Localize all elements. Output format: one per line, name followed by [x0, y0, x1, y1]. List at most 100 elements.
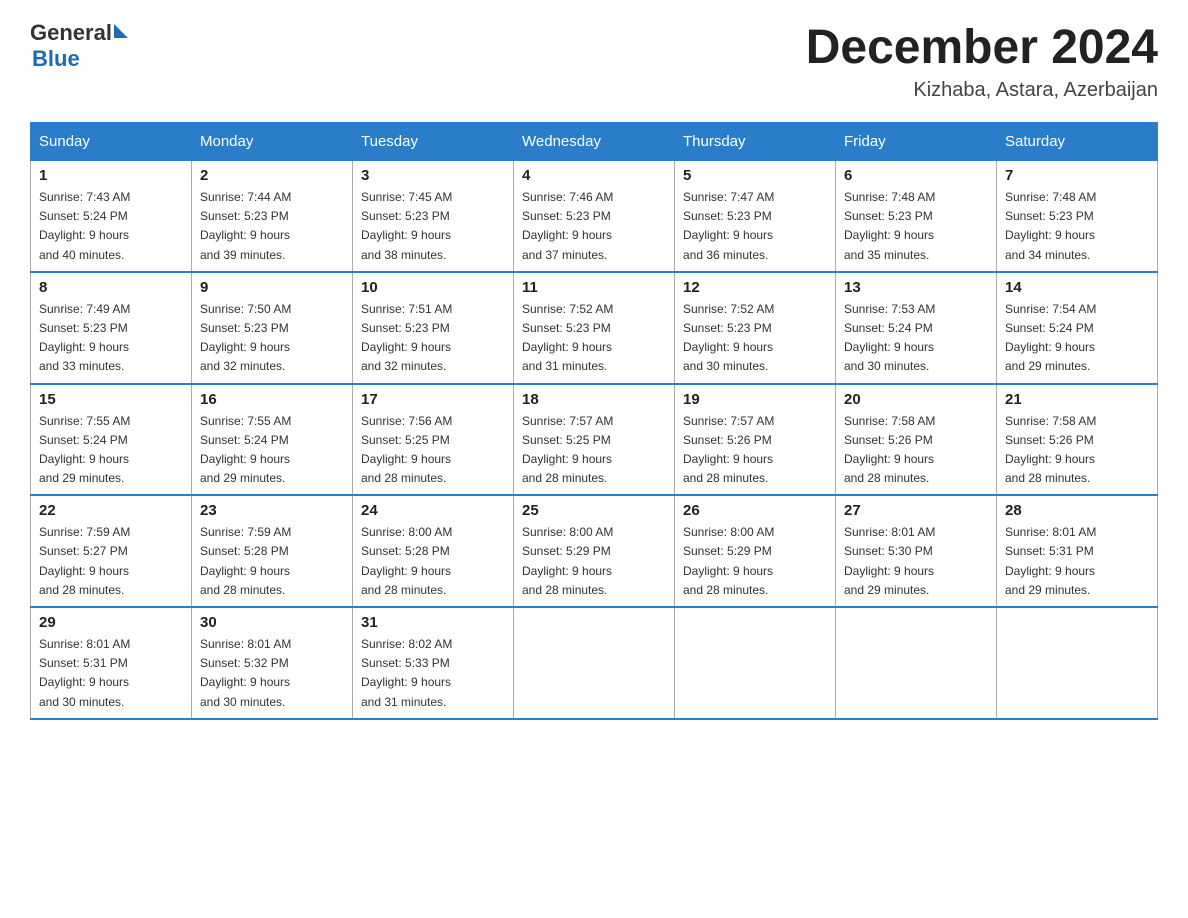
calendar-cell: 12 Sunrise: 7:52 AMSunset: 5:23 PMDaylig… — [675, 272, 836, 384]
day-number: 16 — [200, 391, 344, 408]
calendar-cell: 14 Sunrise: 7:54 AMSunset: 5:24 PMDaylig… — [997, 272, 1158, 384]
logo: General Blue — [30, 20, 128, 72]
calendar-cell: 26 Sunrise: 8:00 AMSunset: 5:29 PMDaylig… — [675, 495, 836, 607]
calendar-cell: 13 Sunrise: 7:53 AMSunset: 5:24 PMDaylig… — [836, 272, 997, 384]
day-info: Sunrise: 7:49 AMSunset: 5:23 PMDaylight:… — [39, 300, 183, 377]
day-number: 30 — [200, 614, 344, 631]
day-info: Sunrise: 7:58 AMSunset: 5:26 PMDaylight:… — [1005, 412, 1149, 489]
logo-triangle-icon — [114, 24, 128, 38]
calendar-cell: 6 Sunrise: 7:48 AMSunset: 5:23 PMDayligh… — [836, 161, 997, 272]
calendar-cell: 4 Sunrise: 7:46 AMSunset: 5:23 PMDayligh… — [514, 161, 675, 272]
calendar-cell: 8 Sunrise: 7:49 AMSunset: 5:23 PMDayligh… — [31, 272, 192, 384]
day-info: Sunrise: 7:50 AMSunset: 5:23 PMDaylight:… — [200, 300, 344, 377]
day-number: 17 — [361, 391, 505, 408]
day-number: 14 — [1005, 279, 1149, 296]
day-number: 5 — [683, 167, 827, 184]
calendar-cell: 29 Sunrise: 8:01 AMSunset: 5:31 PMDaylig… — [31, 607, 192, 719]
calendar-cell: 3 Sunrise: 7:45 AMSunset: 5:23 PMDayligh… — [353, 161, 514, 272]
calendar-cell: 5 Sunrise: 7:47 AMSunset: 5:23 PMDayligh… — [675, 161, 836, 272]
calendar-cell: 11 Sunrise: 7:52 AMSunset: 5:23 PMDaylig… — [514, 272, 675, 384]
calendar-body: 1 Sunrise: 7:43 AMSunset: 5:24 PMDayligh… — [31, 161, 1158, 719]
calendar-header: Sunday Monday Tuesday Wednesday Thursday… — [31, 123, 1158, 161]
day-info: Sunrise: 7:53 AMSunset: 5:24 PMDaylight:… — [844, 300, 988, 377]
day-info: Sunrise: 7:57 AMSunset: 5:26 PMDaylight:… — [683, 412, 827, 489]
col-friday: Friday — [836, 123, 997, 161]
calendar-cell: 7 Sunrise: 7:48 AMSunset: 5:23 PMDayligh… — [997, 161, 1158, 272]
day-number: 25 — [522, 502, 666, 519]
day-info: Sunrise: 7:58 AMSunset: 5:26 PMDaylight:… — [844, 412, 988, 489]
calendar-week-row: 29 Sunrise: 8:01 AMSunset: 5:31 PMDaylig… — [31, 607, 1158, 719]
day-info: Sunrise: 7:55 AMSunset: 5:24 PMDaylight:… — [200, 412, 344, 489]
day-info: Sunrise: 8:00 AMSunset: 5:28 PMDaylight:… — [361, 523, 505, 600]
day-number: 2 — [200, 167, 344, 184]
day-number: 18 — [522, 391, 666, 408]
day-number: 13 — [844, 279, 988, 296]
calendar-cell: 15 Sunrise: 7:55 AMSunset: 5:24 PMDaylig… — [31, 384, 192, 496]
day-info: Sunrise: 8:01 AMSunset: 5:31 PMDaylight:… — [39, 635, 183, 712]
day-number: 3 — [361, 167, 505, 184]
day-number: 10 — [361, 279, 505, 296]
page-header: General Blue December 2024 Kizhaba, Asta… — [30, 20, 1158, 102]
calendar-week-row: 8 Sunrise: 7:49 AMSunset: 5:23 PMDayligh… — [31, 272, 1158, 384]
day-number: 15 — [39, 391, 183, 408]
calendar-cell: 25 Sunrise: 8:00 AMSunset: 5:29 PMDaylig… — [514, 495, 675, 607]
logo-blue-text: Blue — [32, 46, 80, 72]
day-info: Sunrise: 7:52 AMSunset: 5:23 PMDaylight:… — [683, 300, 827, 377]
day-info: Sunrise: 7:44 AMSunset: 5:23 PMDaylight:… — [200, 188, 344, 265]
day-number: 4 — [522, 167, 666, 184]
col-monday: Monday — [192, 123, 353, 161]
day-number: 22 — [39, 502, 183, 519]
day-info: Sunrise: 7:45 AMSunset: 5:23 PMDaylight:… — [361, 188, 505, 265]
calendar-cell: 16 Sunrise: 7:55 AMSunset: 5:24 PMDaylig… — [192, 384, 353, 496]
col-tuesday: Tuesday — [353, 123, 514, 161]
day-number: 9 — [200, 279, 344, 296]
day-info: Sunrise: 7:57 AMSunset: 5:25 PMDaylight:… — [522, 412, 666, 489]
calendar-cell: 31 Sunrise: 8:02 AMSunset: 5:33 PMDaylig… — [353, 607, 514, 719]
month-title: December 2024 — [806, 20, 1158, 75]
day-number: 28 — [1005, 502, 1149, 519]
day-number: 24 — [361, 502, 505, 519]
day-info: Sunrise: 7:43 AMSunset: 5:24 PMDaylight:… — [39, 188, 183, 265]
day-info: Sunrise: 8:00 AMSunset: 5:29 PMDaylight:… — [683, 523, 827, 600]
calendar-week-row: 22 Sunrise: 7:59 AMSunset: 5:27 PMDaylig… — [31, 495, 1158, 607]
day-info: Sunrise: 8:01 AMSunset: 5:32 PMDaylight:… — [200, 635, 344, 712]
day-number: 29 — [39, 614, 183, 631]
location-text: Kizhaba, Astara, Azerbaijan — [806, 79, 1158, 102]
logo-general-text: General — [30, 20, 112, 46]
day-number: 26 — [683, 502, 827, 519]
day-number: 27 — [844, 502, 988, 519]
col-wednesday: Wednesday — [514, 123, 675, 161]
calendar-table: Sunday Monday Tuesday Wednesday Thursday… — [30, 122, 1158, 720]
calendar-cell: 21 Sunrise: 7:58 AMSunset: 5:26 PMDaylig… — [997, 384, 1158, 496]
day-info: Sunrise: 7:52 AMSunset: 5:23 PMDaylight:… — [522, 300, 666, 377]
calendar-cell: 22 Sunrise: 7:59 AMSunset: 5:27 PMDaylig… — [31, 495, 192, 607]
calendar-cell: 23 Sunrise: 7:59 AMSunset: 5:28 PMDaylig… — [192, 495, 353, 607]
col-saturday: Saturday — [997, 123, 1158, 161]
col-sunday: Sunday — [31, 123, 192, 161]
calendar-cell: 17 Sunrise: 7:56 AMSunset: 5:25 PMDaylig… — [353, 384, 514, 496]
day-info: Sunrise: 8:01 AMSunset: 5:31 PMDaylight:… — [1005, 523, 1149, 600]
calendar-cell — [997, 607, 1158, 719]
calendar-cell: 20 Sunrise: 7:58 AMSunset: 5:26 PMDaylig… — [836, 384, 997, 496]
calendar-cell: 19 Sunrise: 7:57 AMSunset: 5:26 PMDaylig… — [675, 384, 836, 496]
day-number: 12 — [683, 279, 827, 296]
day-number: 8 — [39, 279, 183, 296]
calendar-week-row: 15 Sunrise: 7:55 AMSunset: 5:24 PMDaylig… — [31, 384, 1158, 496]
calendar-cell: 18 Sunrise: 7:57 AMSunset: 5:25 PMDaylig… — [514, 384, 675, 496]
title-section: December 2024 Kizhaba, Astara, Azerbaija… — [806, 20, 1158, 102]
header-row: Sunday Monday Tuesday Wednesday Thursday… — [31, 123, 1158, 161]
calendar-cell: 10 Sunrise: 7:51 AMSunset: 5:23 PMDaylig… — [353, 272, 514, 384]
calendar-cell: 24 Sunrise: 8:00 AMSunset: 5:28 PMDaylig… — [353, 495, 514, 607]
day-info: Sunrise: 7:56 AMSunset: 5:25 PMDaylight:… — [361, 412, 505, 489]
calendar-cell: 9 Sunrise: 7:50 AMSunset: 5:23 PMDayligh… — [192, 272, 353, 384]
calendar-cell: 1 Sunrise: 7:43 AMSunset: 5:24 PMDayligh… — [31, 161, 192, 272]
day-number: 31 — [361, 614, 505, 631]
day-info: Sunrise: 8:01 AMSunset: 5:30 PMDaylight:… — [844, 523, 988, 600]
day-info: Sunrise: 8:02 AMSunset: 5:33 PMDaylight:… — [361, 635, 505, 712]
day-info: Sunrise: 7:48 AMSunset: 5:23 PMDaylight:… — [844, 188, 988, 265]
day-info: Sunrise: 7:59 AMSunset: 5:27 PMDaylight:… — [39, 523, 183, 600]
calendar-cell: 30 Sunrise: 8:01 AMSunset: 5:32 PMDaylig… — [192, 607, 353, 719]
calendar-week-row: 1 Sunrise: 7:43 AMSunset: 5:24 PMDayligh… — [31, 161, 1158, 272]
day-info: Sunrise: 7:48 AMSunset: 5:23 PMDaylight:… — [1005, 188, 1149, 265]
day-number: 19 — [683, 391, 827, 408]
